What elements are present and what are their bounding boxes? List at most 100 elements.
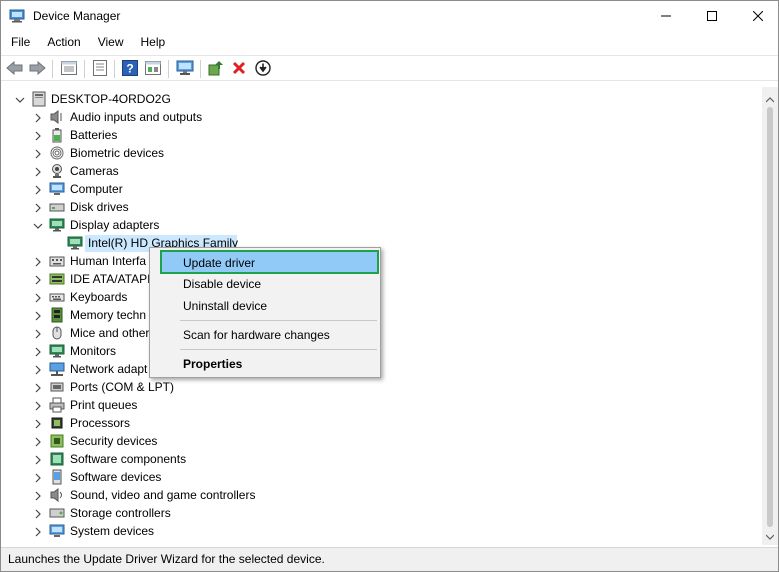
chevron-right-icon[interactable] bbox=[33, 490, 43, 501]
scan-hardware-menu-item[interactable]: Scan for hardware changes bbox=[150, 324, 380, 346]
chevron-right-icon[interactable] bbox=[33, 328, 43, 339]
security-icon bbox=[49, 433, 65, 449]
chevron-right-icon[interactable] bbox=[33, 130, 43, 141]
tree-item-label: Storage controllers bbox=[70, 506, 171, 520]
show-hidden-button[interactable] bbox=[143, 59, 163, 79]
scrollbar-thumb[interactable] bbox=[767, 107, 773, 527]
scroll-down-button[interactable] bbox=[762, 527, 778, 544]
menu-item-label: Disable device bbox=[183, 277, 262, 291]
tree-item-label: Ports (COM & LPT) bbox=[70, 380, 175, 394]
tree-item-label: Disk drives bbox=[70, 200, 129, 214]
chevron-right-icon[interactable] bbox=[33, 274, 43, 285]
tree-category-item[interactable]: Disk drives bbox=[1, 198, 301, 216]
monitor-icon bbox=[49, 217, 65, 233]
back-button[interactable] bbox=[5, 59, 25, 79]
disk-icon bbox=[49, 199, 65, 215]
download-button[interactable] bbox=[253, 59, 273, 79]
properties-sheet-button[interactable] bbox=[90, 59, 110, 79]
chevron-right-icon[interactable] bbox=[33, 292, 43, 303]
tree-root[interactable]: DESKTOP-4ORDO2G bbox=[1, 90, 201, 108]
tree-category-item[interactable]: Display adapters bbox=[1, 216, 301, 234]
uninstall-device-menu-item[interactable]: Uninstall device bbox=[150, 295, 380, 317]
chevron-right-icon[interactable] bbox=[33, 256, 43, 267]
chevron-right-icon[interactable] bbox=[33, 436, 43, 447]
close-button[interactable] bbox=[735, 1, 779, 32]
computer-icon bbox=[31, 91, 47, 107]
help-icon: ? bbox=[122, 59, 138, 79]
tree-category-item[interactable]: Biometric devices bbox=[1, 144, 301, 162]
forward-icon bbox=[28, 60, 46, 78]
tree-category-item[interactable]: Cameras bbox=[1, 162, 301, 180]
menu-separator bbox=[180, 320, 377, 321]
chevron-right-icon[interactable] bbox=[33, 148, 43, 159]
uninstall-button[interactable] bbox=[229, 59, 249, 79]
properties-menu-item[interactable]: Properties bbox=[150, 353, 380, 375]
display-adapter-icon bbox=[67, 235, 83, 251]
help-button[interactable]: ? bbox=[120, 59, 140, 79]
uninstall-icon bbox=[232, 61, 246, 78]
menu-view[interactable]: View bbox=[88, 32, 131, 54]
tree-category-item[interactable]: Storage controllers bbox=[1, 504, 301, 522]
hid-icon bbox=[49, 253, 65, 269]
chevron-right-icon[interactable] bbox=[33, 526, 43, 537]
menu-action[interactable]: Action bbox=[37, 32, 87, 54]
chevron-down-icon[interactable] bbox=[33, 220, 43, 230]
tree-category-item[interactable]: Software devices bbox=[1, 468, 301, 486]
tree-item-label: Display adapters bbox=[70, 218, 160, 232]
software-component-icon bbox=[49, 451, 65, 467]
tree-category-item[interactable]: Ports (COM & LPT) bbox=[1, 378, 301, 396]
toolbar-separator bbox=[168, 60, 169, 78]
menu-item-label: Scan for hardware changes bbox=[183, 328, 330, 342]
toolbar-separator bbox=[84, 60, 85, 78]
tree-item-label: Human Interfa bbox=[70, 254, 147, 268]
chevron-right-icon[interactable] bbox=[33, 184, 43, 195]
tree-item-label: Monitors bbox=[70, 344, 117, 358]
forward-button[interactable] bbox=[27, 59, 47, 79]
chevron-down-icon bbox=[765, 529, 775, 543]
menu-file[interactable]: File bbox=[1, 32, 37, 54]
update-driver-button[interactable] bbox=[206, 59, 226, 79]
tree-item-label: Sound, video and game controllers bbox=[70, 488, 256, 502]
tree-category-item[interactable]: Software components bbox=[1, 450, 301, 468]
tree-category-item[interactable]: System devices bbox=[1, 522, 301, 540]
disable-device-menu-item[interactable]: Disable device bbox=[150, 273, 380, 295]
battery-icon bbox=[49, 127, 65, 143]
tree-category-item[interactable]: Sound, video and game controllers bbox=[1, 486, 301, 504]
chevron-right-icon[interactable] bbox=[33, 400, 43, 411]
tree-category-item[interactable]: Audio inputs and outputs bbox=[1, 108, 301, 126]
tree-item-label: Mice and other bbox=[70, 326, 150, 340]
printer-icon bbox=[49, 397, 65, 413]
chevron-right-icon[interactable] bbox=[33, 202, 43, 213]
chevron-up-icon bbox=[765, 92, 775, 106]
chevron-right-icon[interactable] bbox=[33, 418, 43, 429]
tree-category-item[interactable]: Batteries bbox=[1, 126, 301, 144]
chevron-right-icon[interactable] bbox=[33, 112, 43, 123]
sound-icon bbox=[49, 487, 65, 503]
scan-hardware-button[interactable] bbox=[175, 59, 195, 79]
chevron-right-icon[interactable] bbox=[33, 382, 43, 393]
minimize-button[interactable] bbox=[643, 1, 689, 32]
maximize-button[interactable] bbox=[689, 1, 735, 32]
tree-category-item[interactable]: Print queues bbox=[1, 396, 301, 414]
chevron-right-icon[interactable] bbox=[33, 472, 43, 483]
chevron-right-icon[interactable] bbox=[33, 166, 43, 177]
tree-item-label: Processors bbox=[70, 416, 131, 430]
tree-item-label: Software devices bbox=[70, 470, 162, 484]
ide-icon bbox=[49, 271, 65, 287]
properties-window-button[interactable] bbox=[59, 59, 79, 79]
menu-help[interactable]: Help bbox=[131, 32, 173, 54]
menu-item-label: Uninstall device bbox=[183, 299, 268, 313]
chevron-right-icon[interactable] bbox=[33, 454, 43, 465]
chevron-down-icon[interactable] bbox=[15, 94, 25, 104]
chevron-right-icon[interactable] bbox=[33, 346, 43, 357]
tree-root-label: DESKTOP-4ORDO2G bbox=[51, 92, 171, 106]
chevron-right-icon[interactable] bbox=[33, 508, 43, 519]
tree-category-item[interactable]: Computer bbox=[1, 180, 301, 198]
tree-category-item[interactable]: Processors bbox=[1, 414, 301, 432]
chevron-right-icon[interactable] bbox=[33, 364, 43, 375]
vertical-scrollbar[interactable] bbox=[762, 87, 778, 545]
scroll-up-button[interactable] bbox=[762, 90, 778, 107]
update-driver-menu-item[interactable]: Update driver bbox=[160, 250, 379, 274]
chevron-right-icon[interactable] bbox=[33, 310, 43, 321]
tree-category-item[interactable]: Security devices bbox=[1, 432, 301, 450]
